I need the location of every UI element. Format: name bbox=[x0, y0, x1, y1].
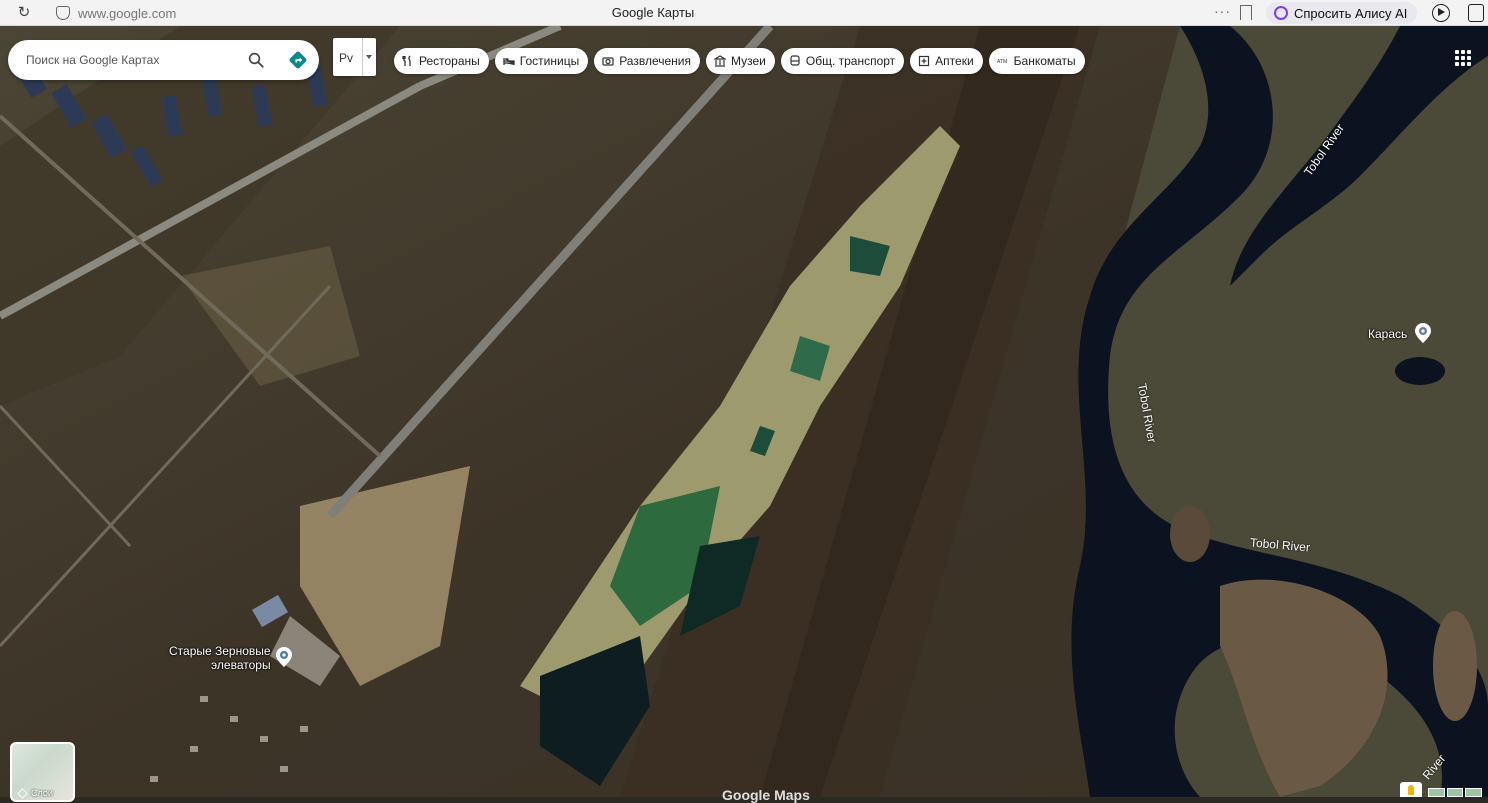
search-input[interactable] bbox=[26, 50, 236, 70]
chip-restaurants[interactable]: Рестораны bbox=[394, 48, 489, 74]
ask-alice-label: Спросить Алису AI bbox=[1294, 5, 1408, 21]
place-pin-icon[interactable] bbox=[273, 646, 295, 668]
directions-icon[interactable] bbox=[288, 50, 308, 70]
place-pin-icon[interactable] bbox=[1412, 322, 1434, 344]
chip-label: Банкоматы bbox=[1013, 54, 1076, 68]
svg-text:ATM: ATM bbox=[997, 59, 1007, 65]
apps-grid-icon[interactable] bbox=[1455, 50, 1471, 66]
satellite-imagery bbox=[0, 26, 1488, 797]
language-label: Рv bbox=[339, 51, 354, 65]
chip-transit[interactable]: Общ. транспорт bbox=[780, 48, 905, 74]
pegman-icon[interactable] bbox=[1400, 782, 1422, 797]
google-maps-watermark: Google Maps bbox=[722, 787, 810, 803]
chip-entertainment[interactable]: Развлечения bbox=[594, 48, 700, 74]
chip-label: Общ. транспорт bbox=[805, 54, 896, 68]
museum-icon bbox=[713, 55, 726, 67]
place-label-karas[interactable]: Карась bbox=[1368, 327, 1407, 341]
media-play-icon[interactable] bbox=[1432, 4, 1450, 22]
pharmacy-icon bbox=[919, 55, 930, 67]
camera-icon bbox=[602, 57, 614, 66]
layers-button[interactable]: Слои bbox=[10, 742, 75, 802]
transit-icon bbox=[790, 55, 800, 66]
chip-atms[interactable]: ATM Банкоматы bbox=[988, 48, 1085, 74]
language-dropdown[interactable]: Рv bbox=[333, 38, 376, 76]
bookmark-icon[interactable] bbox=[1240, 5, 1252, 21]
browser-toolbar: ↻ www.google.com Google Карты ··· Спроси… bbox=[0, 0, 1488, 26]
chip-label: Рестораны bbox=[419, 54, 480, 68]
place-label-elevators[interactable]: Старые Зерновые элеваторы bbox=[169, 644, 271, 672]
more-icon[interactable]: ··· bbox=[1214, 3, 1231, 19]
page-title: Google Карты bbox=[611, 5, 695, 20]
chip-label: Гостиницы bbox=[519, 54, 580, 68]
atm-icon: ATM bbox=[997, 59, 1007, 65]
chip-museums[interactable]: Музеи bbox=[705, 48, 775, 74]
ask-alice-button[interactable]: Спросить Алису AI bbox=[1266, 2, 1418, 24]
chevron-down-icon bbox=[366, 55, 372, 59]
chip-hotels[interactable]: Гостиницы bbox=[494, 48, 589, 74]
extension-icon[interactable] bbox=[1468, 4, 1484, 22]
chip-label: Развлечения bbox=[619, 54, 691, 68]
alice-icon bbox=[1274, 6, 1288, 20]
map-type-thumbnails[interactable] bbox=[1428, 788, 1483, 797]
chip-pharmacies[interactable]: Аптеки bbox=[910, 48, 983, 74]
chip-label: Аптеки bbox=[935, 54, 974, 68]
search-box bbox=[8, 40, 319, 80]
chip-label: Музеи bbox=[730, 54, 766, 68]
satellite-map[interactable]: Tobol River Tobol River Tobol River Rive… bbox=[0, 26, 1488, 797]
category-chips: Рестораны Гостиницы Развлечения Музеи Об… bbox=[394, 48, 1085, 74]
restaurant-icon bbox=[402, 55, 411, 66]
hotel-icon bbox=[503, 58, 515, 65]
search-icon[interactable] bbox=[247, 51, 265, 69]
